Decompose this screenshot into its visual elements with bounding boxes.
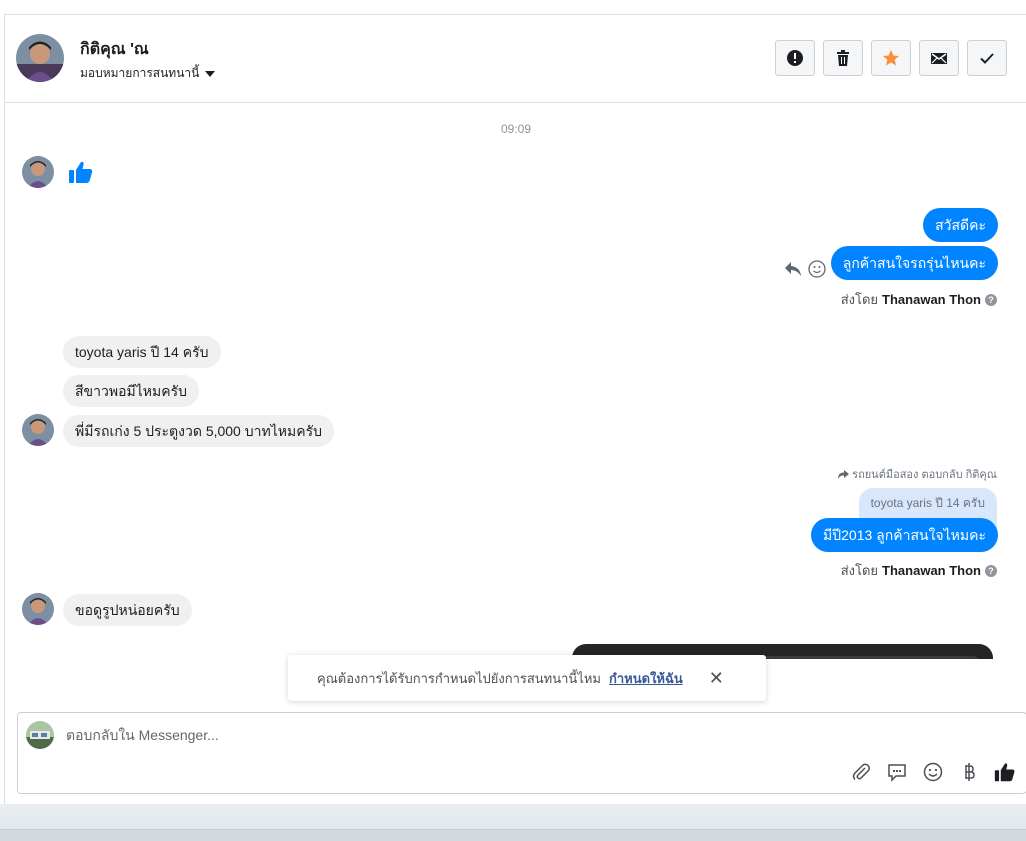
message-composer [17, 712, 1026, 794]
message-input[interactable] [66, 721, 766, 749]
mark-done-button[interactable] [967, 40, 1007, 76]
top-strip [0, 0, 1026, 14]
saved-reply-icon[interactable] [886, 761, 908, 783]
like-icon[interactable] [994, 761, 1016, 783]
thumbs-up-icon [68, 159, 94, 185]
outgoing-reply-message[interactable]: มีปี2013 ลูกค้าสนใจไหมคะ [811, 518, 998, 552]
assign-prompt-toast: คุณต้องการได้รับการกำหนดไปยังการสนทนานี้… [288, 655, 766, 701]
contact-avatar-small[interactable] [22, 156, 54, 188]
spam-button[interactable] [775, 40, 815, 76]
assign-to-me-link[interactable]: กำหนดให้ฉัน [609, 668, 683, 689]
page-avatar [26, 721, 54, 749]
baht-icon[interactable] [958, 761, 980, 783]
composer-tools [850, 761, 1016, 783]
header-actions [775, 40, 1007, 76]
sent-by-label: ส่งโดย Thanawan Thon ? [841, 289, 997, 310]
close-icon[interactable]: ✕ [709, 668, 724, 689]
envelope-icon [931, 53, 947, 64]
caret-down-icon [205, 70, 216, 77]
mark-unread-button[interactable] [919, 40, 959, 76]
incoming-message[interactable]: ขอดูรูปหน่อยครับ [63, 594, 192, 626]
sent-by-prefix: ส่งโดย [840, 563, 879, 578]
timestamp: 09:09 [500, 122, 532, 136]
incoming-message[interactable]: สีขาวพอมีไหมครับ [63, 375, 199, 407]
reply-hint-text: รถยนต์มือสอง ตอบกลับ กิติคุณ [852, 469, 997, 481]
trash-icon [837, 50, 849, 66]
star-button[interactable] [871, 40, 911, 76]
emoji-reaction-icon[interactable] [808, 260, 826, 278]
taskbar-edge [0, 829, 1026, 841]
assign-dropdown[interactable]: มอบหมายการสนทนานี้ [80, 64, 216, 83]
exclamation-icon [787, 50, 803, 66]
help-icon[interactable]: ? [985, 293, 997, 306]
assign-label: มอบหมายการสนทนานี้ [80, 66, 200, 80]
contact-avatar-small[interactable] [22, 414, 54, 446]
incoming-message[interactable]: toyota yaris ปี 14 ครับ [63, 336, 221, 368]
sent-by-prefix: ส่งโดย [840, 292, 879, 307]
delete-button[interactable] [823, 40, 863, 76]
reply-icon[interactable] [784, 261, 802, 277]
conversation-panel: กิติคุณ 'ณ มอบหมายการสนทนานี้ 09:09 สวัส… [4, 14, 1026, 804]
sent-by-name: Thanawan Thon [882, 563, 981, 578]
star-icon [883, 50, 899, 66]
reply-arrow-icon [838, 469, 850, 479]
help-icon[interactable]: ? [985, 564, 997, 577]
reply-hint: รถยนต์มือสอง ตอบกลับ กิติคุณ [837, 465, 997, 483]
outgoing-message[interactable]: สวัสดีคะ [923, 208, 998, 242]
sent-by-name: Thanawan Thon [882, 292, 981, 307]
incoming-message[interactable]: พี่มีรถเก่ง 5 ประตูงวด 5,000 บาทไหมครับ [63, 415, 334, 447]
outgoing-message[interactable]: ลูกค้าสนใจรถรุ่นไหนคะ [830, 246, 998, 280]
conversation-header: กิติคุณ 'ณ มอบหมายการสนทนานี้ [5, 15, 1026, 103]
check-icon [980, 53, 994, 64]
contact-avatar[interactable] [16, 34, 64, 82]
message-hover-actions [784, 260, 826, 278]
message-thread[interactable]: 09:09 สวัสดีคะ ลูกค้าสนใจรถรุ่นไหนคะ ส่ง… [5, 104, 1026, 659]
contact-name[interactable]: กิติคุณ 'ณ [80, 37, 149, 62]
attach-icon[interactable] [850, 761, 872, 783]
contact-avatar-small[interactable] [22, 593, 54, 625]
toast-text: คุณต้องการได้รับการกำหนดไปยังการสนทนานี้… [317, 670, 601, 686]
sent-by-label: ส่งโดย Thanawan Thon ? [841, 560, 997, 581]
emoji-icon[interactable] [922, 761, 944, 783]
